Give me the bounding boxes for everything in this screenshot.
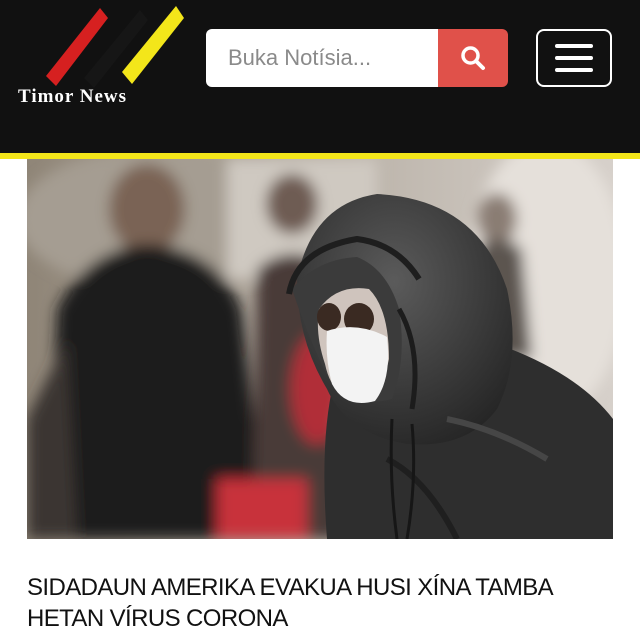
site-header: Timor News <box>0 0 640 153</box>
search-input[interactable] <box>206 29 438 87</box>
site-name: Timor News <box>18 86 128 107</box>
menu-button[interactable] <box>536 29 612 87</box>
article-image[interactable] <box>27 159 613 539</box>
hamburger-menu-icon <box>555 68 593 72</box>
hamburger-menu-icon <box>555 56 593 60</box>
hamburger-menu-icon <box>555 44 593 48</box>
search-button[interactable] <box>438 29 508 87</box>
article-headline[interactable]: SIDADAUN AMERIKA EVAKUA HUSI XÍNA TAMBA … <box>27 572 617 634</box>
search-icon <box>461 46 485 70</box>
